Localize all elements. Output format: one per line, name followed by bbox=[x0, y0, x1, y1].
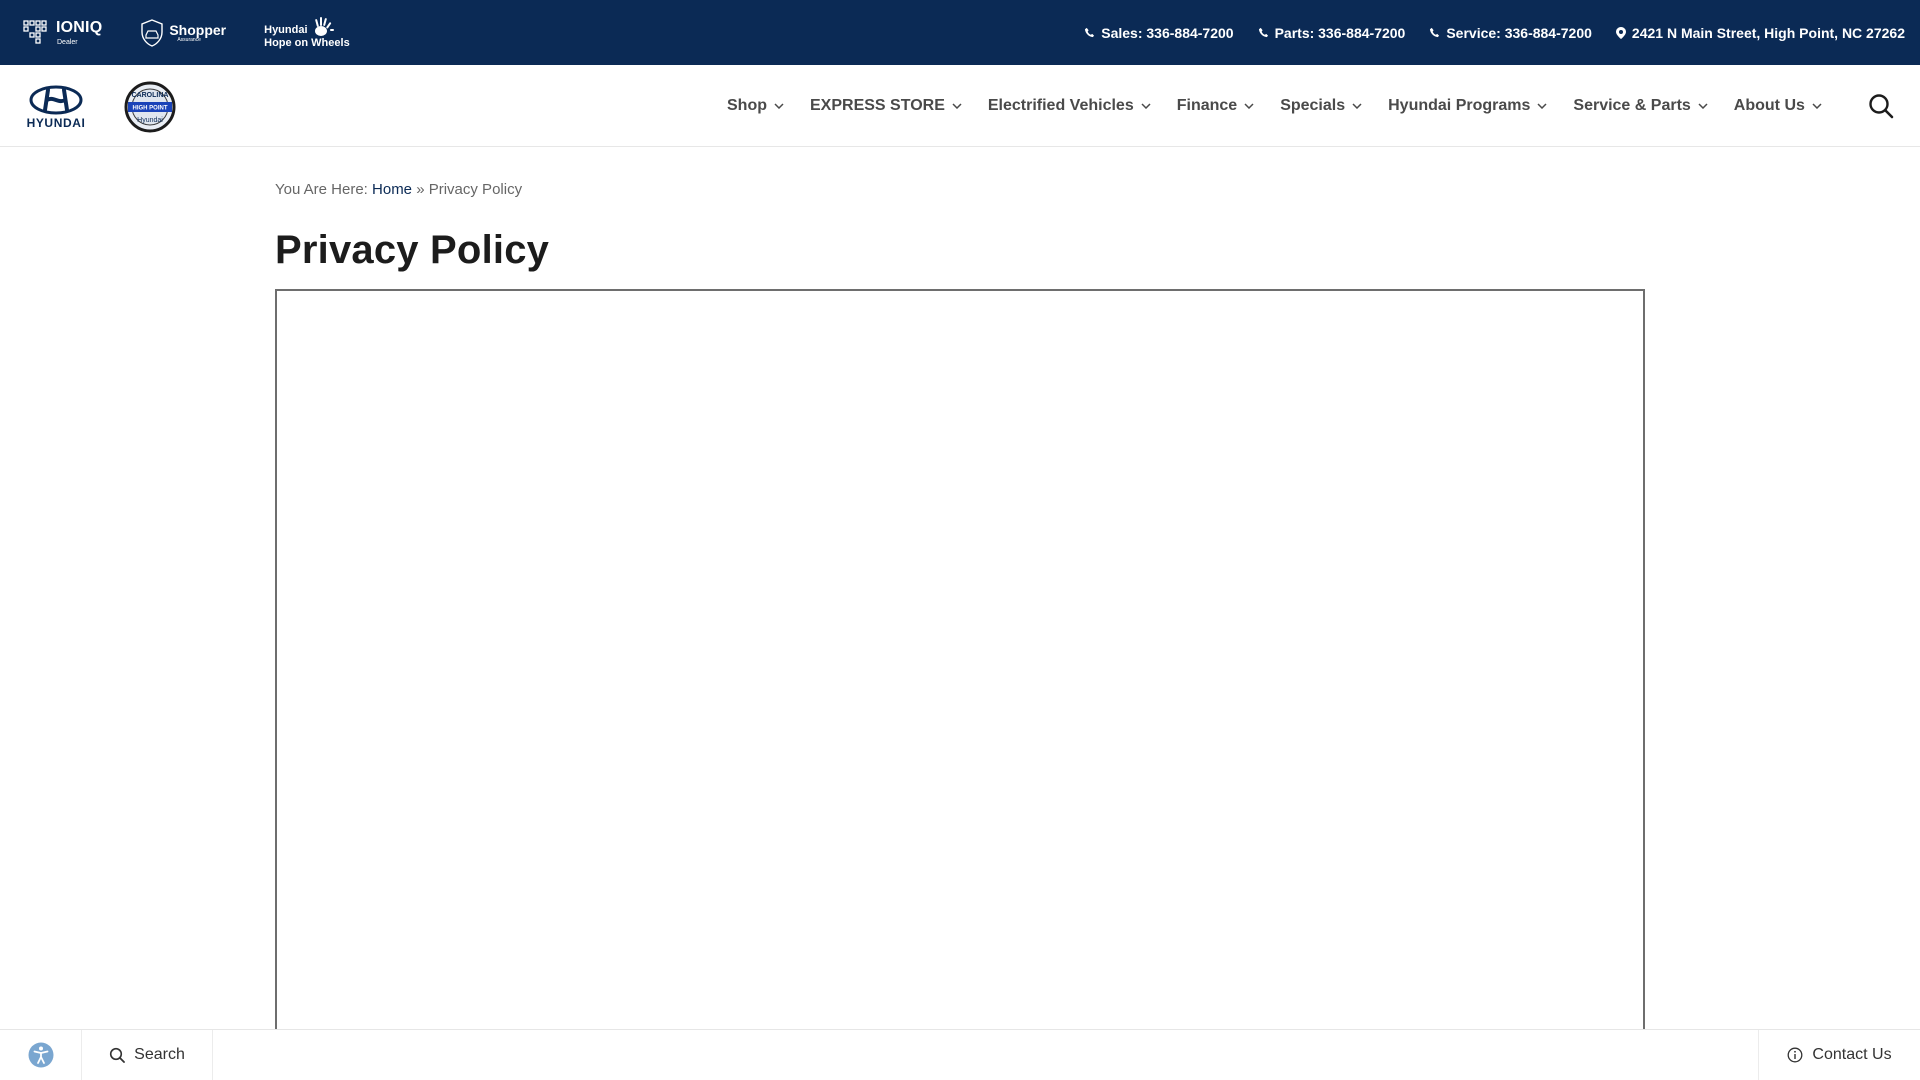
address-link[interactable]: 2421 N Main Street, High Point, NC 27262 bbox=[1615, 24, 1905, 41]
handprint-icon bbox=[311, 16, 335, 38]
nav-label: Specials bbox=[1280, 97, 1346, 114]
breadcrumb-home-link[interactable]: Home bbox=[372, 181, 412, 198]
privacy-policy-frame[interactable] bbox=[275, 289, 1645, 1049]
breadcrumb-prefix: You Are Here: bbox=[275, 181, 373, 198]
nav-specials[interactable]: Specials bbox=[1280, 97, 1362, 115]
hope-on-wheels-link[interactable]: Hyundai Hope on Wheels bbox=[264, 16, 350, 49]
contact-links: Sales: 336-884-7200 Parts: 336-884-7200 … bbox=[1060, 0, 1905, 65]
parts-phone-text: Parts: 336-884-7200 bbox=[1274, 24, 1406, 41]
shopper-label: Shopper bbox=[169, 21, 227, 38]
bottom-bar: Search Contact Us bbox=[0, 1029, 1920, 1080]
search-icon bbox=[1869, 94, 1894, 119]
hope-line2: Hope on Wheels bbox=[264, 37, 350, 49]
badge-mid-text: HIGH POINT bbox=[132, 106, 167, 112]
map-pin-icon bbox=[1615, 26, 1626, 39]
search-icon bbox=[110, 1047, 126, 1063]
address-text: 2421 N Main Street, High Point, NC 27262 bbox=[1631, 24, 1905, 41]
service-phone-link[interactable]: Service: 336-884-7200 bbox=[1429, 25, 1592, 41]
nav-label: Hyundai Programs bbox=[1388, 97, 1531, 114]
nav-hyundai-programs[interactable]: Hyundai Programs bbox=[1388, 97, 1547, 115]
sales-phone-text: Sales: 336-884-7200 bbox=[1101, 24, 1234, 41]
ioniq-label: IONIQ bbox=[56, 18, 103, 36]
nav-label: Finance bbox=[1176, 97, 1238, 114]
chevron-down-icon bbox=[1141, 103, 1151, 109]
chevron-down-icon bbox=[952, 103, 962, 109]
chevron-down-icon bbox=[774, 103, 784, 109]
chevron-down-icon bbox=[1537, 103, 1547, 109]
sales-phone-link[interactable]: Sales: 336-884-7200 bbox=[1084, 24, 1234, 41]
chevron-down-icon bbox=[1812, 103, 1822, 109]
breadcrumb-current: Privacy Policy bbox=[428, 181, 523, 198]
accessibility-button[interactable] bbox=[0, 1030, 82, 1080]
main-header: HYUNDAI CAROLINA HIGH POINT Hyundai Shop… bbox=[0, 65, 1920, 147]
info-icon bbox=[1787, 1047, 1803, 1063]
nav-finance[interactable]: Finance bbox=[1177, 97, 1254, 115]
contact-us-label: Contact Us bbox=[1812, 1046, 1892, 1063]
ioniq-dealer-link[interactable]: IONIQ Dealer bbox=[23, 18, 103, 46]
badge-top-text: CAROLINA bbox=[132, 92, 169, 99]
nav-shop[interactable]: Shop bbox=[727, 97, 784, 115]
parts-phone-link[interactable]: Parts: 336-884-7200 bbox=[1258, 24, 1406, 41]
nav-service-parts[interactable]: Service & Parts bbox=[1573, 97, 1708, 115]
nav-label: About Us bbox=[1733, 97, 1805, 114]
contact-us-button[interactable]: Contact Us bbox=[1758, 1030, 1920, 1080]
ioniq-grid-icon bbox=[23, 19, 49, 46]
badge-bottom-text: Hyundai bbox=[137, 117, 163, 124]
carolina-hyundai-badge[interactable]: CAROLINA HIGH POINT Hyundai bbox=[123, 81, 177, 138]
nav-label: Electrified Vehicles bbox=[987, 97, 1134, 114]
nav-express-store[interactable]: EXPRESS STORE bbox=[810, 97, 962, 115]
hyundai-wordmark: HYUNDAI bbox=[26, 116, 86, 130]
shopper-sub-label: Assurance bbox=[177, 36, 201, 43]
accessibility-icon bbox=[28, 1042, 53, 1068]
header-search-button[interactable] bbox=[1868, 93, 1894, 124]
top-utility-bar: IONIQ Dealer Shopper Assurance Hyundai H… bbox=[0, 0, 1920, 65]
breadcrumb-separator: » bbox=[412, 181, 429, 198]
nav-about-us[interactable]: About Us bbox=[1734, 97, 1822, 115]
shopper-assurance-link[interactable]: Shopper Assurance bbox=[140, 18, 227, 47]
chevron-down-icon bbox=[1352, 103, 1362, 109]
phone-icon bbox=[1084, 27, 1095, 38]
chevron-down-icon bbox=[1698, 103, 1708, 109]
hope-line1: Hyundai bbox=[264, 24, 308, 36]
nav-label: Shop bbox=[727, 97, 767, 114]
hyundai-logo[interactable]: HYUNDAI bbox=[22, 85, 90, 130]
page-title: Privacy Policy bbox=[275, 228, 550, 272]
phone-icon bbox=[1258, 27, 1269, 38]
service-phone-text: Service: 336-884-7200 bbox=[1446, 24, 1592, 41]
main-nav: Shop EXPRESS STORE Electrified Vehicles … bbox=[727, 65, 1848, 147]
ioniq-sub-label: Dealer bbox=[57, 38, 78, 46]
phone-icon bbox=[1429, 27, 1440, 38]
brand-links: IONIQ Dealer Shopper Assurance Hyundai H… bbox=[0, 0, 388, 65]
hyundai-emblem-icon bbox=[29, 85, 83, 115]
nav-electrified-vehicles[interactable]: Electrified Vehicles bbox=[988, 97, 1151, 115]
bottom-search-label: Search bbox=[134, 1046, 185, 1063]
chevron-down-icon bbox=[1244, 103, 1254, 109]
shield-car-icon bbox=[140, 18, 164, 47]
nav-label: Service & Parts bbox=[1573, 97, 1691, 114]
nav-label: EXPRESS STORE bbox=[810, 97, 945, 114]
bottom-search-button[interactable]: Search bbox=[82, 1030, 213, 1080]
breadcrumb: You Are Here: Home » Privacy Policy bbox=[275, 181, 522, 198]
